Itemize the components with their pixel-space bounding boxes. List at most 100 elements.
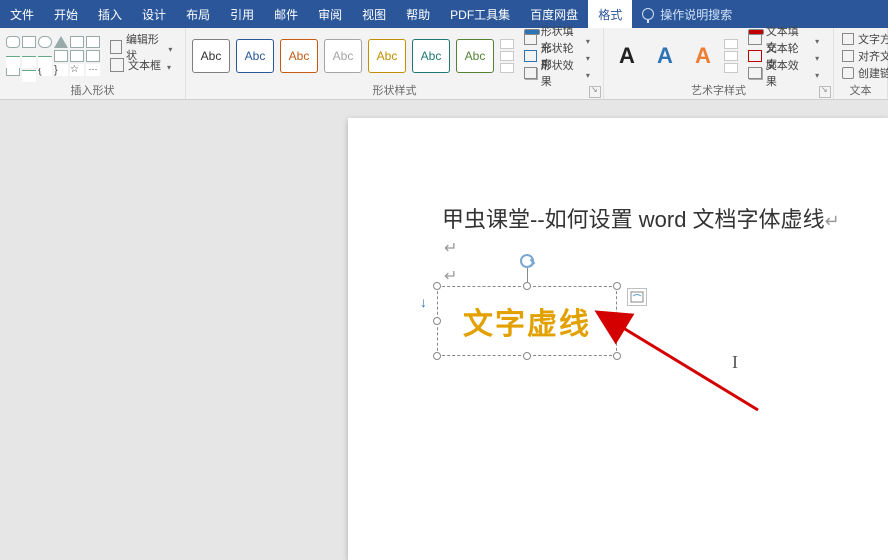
shape-thumb[interactable] — [38, 56, 52, 68]
resize-handle-tr[interactable] — [613, 282, 621, 290]
tab-format[interactable]: 格式 — [588, 0, 632, 28]
chevron-down-icon — [167, 61, 175, 69]
tab-home[interactable]: 开始 — [44, 0, 88, 28]
shape-thumb[interactable] — [38, 36, 52, 48]
outline-icon — [524, 50, 537, 62]
document-area[interactable]: 甲虫课堂--如何设置 word 文档字体虚线↵ ↵ ↵ ↓ 文字虚线 — [0, 100, 888, 558]
group-insert-shapes: { } ☆ ⋯ 编辑形状 文本框 插入形状 — [0, 28, 186, 99]
wordart-style-thumb[interactable]: A — [610, 40, 644, 72]
shape-thumb[interactable] — [70, 50, 84, 62]
textbox-content[interactable]: 文字虚线 — [437, 286, 617, 356]
effects-icon — [524, 67, 537, 79]
rotation-stem — [527, 268, 528, 282]
chevron-down-icon — [586, 35, 593, 43]
rotation-handle[interactable] — [520, 254, 534, 268]
resize-handle-bm[interactable] — [523, 352, 531, 360]
shape-thumb[interactable] — [22, 70, 36, 82]
text-outline-icon — [748, 50, 762, 62]
shape-thumb[interactable] — [70, 36, 84, 48]
group-label: 形状样式 — [186, 83, 603, 99]
chevron-down-icon — [815, 52, 823, 60]
group-label: 艺术字样式 — [604, 83, 833, 99]
resize-handle-br[interactable] — [613, 352, 621, 360]
shape-style-thumb[interactable]: Abc — [412, 39, 450, 73]
shape-effects-button[interactable]: 形状效果 — [520, 65, 597, 81]
textbox-object[interactable]: 文字虚线 — [437, 276, 617, 366]
tab-design[interactable]: 设计 — [132, 0, 176, 28]
paint-bucket-icon — [524, 33, 537, 45]
shape-gallery[interactable]: { } ☆ ⋯ — [6, 36, 100, 76]
tab-view[interactable]: 视图 — [352, 0, 396, 28]
resize-handle-bl[interactable] — [433, 352, 441, 360]
shape-thumb[interactable] — [22, 36, 36, 48]
gallery-down-button[interactable] — [724, 51, 738, 61]
shape-thumb[interactable] — [54, 36, 68, 48]
chevron-down-icon — [815, 69, 823, 77]
group-wordart-styles: A A A 文本填充 文本轮廓 — [604, 28, 834, 99]
text-direction-button[interactable]: 文字方向 — [838, 31, 888, 47]
wordart-style-thumb[interactable]: A — [686, 40, 720, 72]
tab-review[interactable]: 审阅 — [308, 0, 352, 28]
tell-me-search[interactable]: 操作说明搜索 — [642, 6, 732, 23]
wordart-style-thumb[interactable]: A — [648, 40, 682, 72]
tab-pdf[interactable]: PDF工具集 — [440, 0, 520, 28]
shape-thumb[interactable] — [6, 36, 20, 48]
group-text: 文字方向 对齐文本 创建链接 文本 — [834, 28, 888, 99]
tab-insert[interactable]: 插入 — [88, 0, 132, 28]
shape-style-thumb[interactable]: Abc — [456, 39, 494, 73]
edit-shape-button[interactable]: 编辑形状 — [106, 39, 179, 55]
chevron-down-icon — [168, 43, 175, 51]
chevron-down-icon — [586, 69, 593, 77]
shape-style-thumb[interactable]: Abc — [324, 39, 362, 73]
group-label: 文本 — [834, 83, 887, 99]
paragraph-mark: ↵ — [444, 238, 457, 258]
tab-layout[interactable]: 布局 — [176, 0, 220, 28]
dialog-launcher[interactable] — [589, 86, 601, 98]
gallery-more-button[interactable] — [724, 63, 738, 73]
anchor-icon: ↓ — [420, 294, 427, 310]
gallery-down-button[interactable] — [500, 51, 514, 61]
shape-style-thumb[interactable]: Abc — [192, 39, 230, 73]
text-direction-icon — [842, 33, 854, 45]
tab-references[interactable]: 引用 — [220, 0, 264, 28]
shape-thumb[interactable] — [22, 56, 36, 68]
layout-options-button[interactable] — [627, 288, 647, 306]
tab-help[interactable]: 帮助 — [396, 0, 440, 28]
resize-handle-tl[interactable] — [433, 282, 441, 290]
dialog-launcher[interactable] — [819, 86, 831, 98]
text-box-button[interactable]: 文本框 — [106, 57, 179, 73]
align-text-icon — [842, 50, 854, 62]
chevron-down-icon — [586, 52, 593, 60]
tab-file[interactable]: 文件 — [0, 0, 44, 28]
tab-bar: 文件 开始 插入 设计 布局 引用 邮件 审阅 视图 帮助 PDF工具集 百度网… — [0, 0, 888, 28]
shape-thumb[interactable] — [6, 56, 20, 68]
text-effects-icon — [748, 67, 762, 79]
document-page[interactable]: 甲虫课堂--如何设置 word 文档字体虚线↵ ↵ ↵ ↓ 文字虚线 — [348, 118, 888, 560]
align-text-button[interactable]: 对齐文本 — [838, 48, 888, 64]
gallery-up-button[interactable] — [500, 39, 514, 49]
resize-handle-mr[interactable] — [613, 317, 621, 325]
gallery-more-button[interactable] — [500, 63, 514, 73]
chevron-down-icon — [815, 35, 823, 43]
shape-thumb[interactable] — [86, 50, 100, 62]
text-fill-icon — [748, 33, 762, 45]
text-cursor: I — [732, 352, 738, 373]
textbox-text[interactable]: 文字虚线 — [463, 299, 591, 343]
resize-handle-ml[interactable] — [433, 317, 441, 325]
group-shape-styles: Abc Abc Abc Abc Abc Abc Abc 形状填充 — [186, 28, 604, 99]
create-link-button[interactable]: 创建链接 — [838, 65, 888, 81]
tab-mailings[interactable]: 邮件 — [264, 0, 308, 28]
gallery-up-button[interactable] — [724, 39, 738, 49]
edit-shape-icon — [110, 40, 122, 54]
group-label: 插入形状 — [0, 83, 185, 99]
shape-thumb[interactable] — [54, 50, 68, 62]
shape-style-thumb[interactable]: Abc — [236, 39, 274, 73]
shape-style-thumb[interactable]: Abc — [280, 39, 318, 73]
shape-thumb[interactable] — [86, 36, 100, 48]
layout-options-icon — [630, 291, 644, 303]
tell-me-label: 操作说明搜索 — [660, 6, 732, 23]
document-title-text[interactable]: 甲虫课堂--如何设置 word 文档字体虚线↵ — [442, 202, 840, 234]
resize-handle-tm[interactable] — [523, 282, 531, 290]
text-effects-button[interactable]: 文本效果 — [744, 65, 827, 81]
shape-style-thumb[interactable]: Abc — [368, 39, 406, 73]
